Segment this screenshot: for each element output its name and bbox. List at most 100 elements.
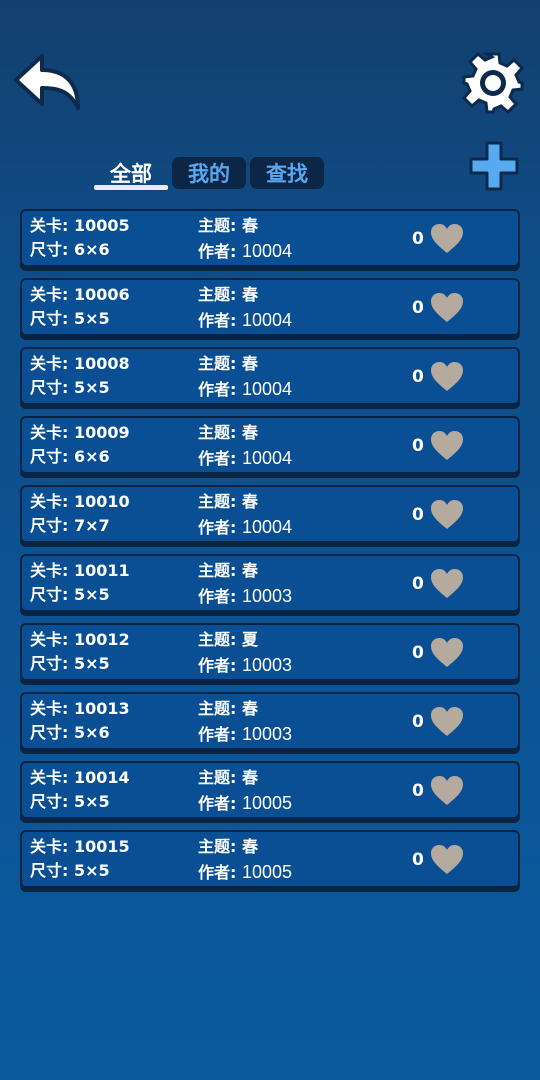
heart-icon <box>431 500 463 529</box>
like-count: 0 <box>412 850 424 870</box>
level-theme-label: 主题: <box>198 837 237 856</box>
like-count: 0 <box>412 643 424 663</box>
level-author-label: 作者: <box>198 587 237 606</box>
level-size-label: 尺寸: <box>30 309 69 328</box>
level-author-field: 作者: 10004 <box>198 310 292 331</box>
level-id-field: 关卡: 10006 <box>30 285 130 305</box>
level-author-field: 作者: 10004 <box>198 517 292 538</box>
level-author-value: 10003 <box>241 724 293 744</box>
level-size-field: 尺寸: 5×5 <box>30 378 110 398</box>
like-button[interactable] <box>430 292 464 323</box>
level-theme-field: 主题: 春 <box>198 354 258 374</box>
level-id-field: 关卡: 10009 <box>30 423 130 443</box>
level-size-field: 尺寸: 5×5 <box>30 792 110 812</box>
level-id-value: 10011 <box>73 561 130 580</box>
level-size-value: 5×6 <box>73 723 110 742</box>
like-button[interactable] <box>430 361 464 392</box>
level-row[interactable]: 关卡: 10006 尺寸: 5×5 主题: 春 作者: 10004 0 <box>20 278 520 336</box>
level-theme-field: 主题: 春 <box>198 492 258 512</box>
heart-icon <box>431 431 463 460</box>
level-author-label: 作者: <box>198 794 237 813</box>
level-author-value: 10004 <box>241 448 293 468</box>
tab-mine-label: 我的 <box>188 162 230 186</box>
level-author-value: 10005 <box>241 862 293 882</box>
level-row[interactable]: 关卡: 10008 尺寸: 5×5 主题: 春 作者: 10004 0 <box>20 347 520 405</box>
level-size-label: 尺寸: <box>30 240 69 259</box>
level-theme-label: 主题: <box>198 216 237 235</box>
level-size-label: 尺寸: <box>30 654 69 673</box>
tab-search[interactable]: 查找 <box>250 157 324 189</box>
settings-button[interactable] <box>461 51 525 115</box>
like-count: 0 <box>412 367 424 387</box>
level-id-value: 10006 <box>73 285 130 304</box>
level-row[interactable]: 关卡: 10009 尺寸: 6×6 主题: 春 作者: 10004 0 <box>20 416 520 474</box>
level-author-field: 作者: 10004 <box>198 241 292 262</box>
level-theme-value: 春 <box>241 768 258 787</box>
level-id-value: 10009 <box>73 423 130 442</box>
level-id-field: 关卡: 10011 <box>30 561 130 581</box>
like-button[interactable] <box>430 430 464 461</box>
level-theme-field: 主题: 春 <box>198 216 258 236</box>
level-size-field: 尺寸: 5×5 <box>30 654 110 674</box>
tab-all[interactable]: 全部 <box>94 157 168 190</box>
level-row[interactable]: 关卡: 10011 尺寸: 5×5 主题: 春 作者: 10003 0 <box>20 554 520 612</box>
like-button[interactable] <box>430 223 464 254</box>
heart-icon <box>431 776 463 805</box>
tab-search-label: 查找 <box>266 162 308 186</box>
level-size-label: 尺寸: <box>30 378 69 397</box>
level-size-value: 5×5 <box>73 654 110 673</box>
level-theme-field: 主题: 春 <box>198 561 258 581</box>
level-author-value: 10004 <box>241 517 293 537</box>
level-size-field: 尺寸: 5×6 <box>30 723 110 743</box>
level-id-value: 10010 <box>73 492 130 511</box>
level-author-field: 作者: 10004 <box>198 379 292 400</box>
level-id-label: 关卡: <box>30 216 69 235</box>
level-author-value: 10004 <box>241 379 293 399</box>
like-button[interactable] <box>430 706 464 737</box>
level-row[interactable]: 关卡: 10010 尺寸: 7×7 主题: 春 作者: 10004 0 <box>20 485 520 543</box>
level-row[interactable]: 关卡: 10012 尺寸: 5×5 主题: 夏 作者: 10003 0 <box>20 623 520 681</box>
back-button[interactable] <box>12 52 84 112</box>
level-id-field: 关卡: 10013 <box>30 699 130 719</box>
level-size-label: 尺寸: <box>30 861 69 880</box>
level-theme-value: 夏 <box>241 630 258 649</box>
level-size-value: 5×5 <box>73 309 110 328</box>
tab-mine[interactable]: 我的 <box>172 157 246 189</box>
level-list: 关卡: 10005 尺寸: 6×6 主题: 春 作者: 10004 0 关卡: … <box>20 209 520 899</box>
level-row[interactable]: 关卡: 10015 尺寸: 5×5 主题: 春 作者: 10005 0 <box>20 830 520 888</box>
level-author-label: 作者: <box>198 380 237 399</box>
level-size-label: 尺寸: <box>30 723 69 742</box>
level-theme-field: 主题: 春 <box>198 423 258 443</box>
heart-icon <box>431 293 463 322</box>
like-count: 0 <box>412 505 424 525</box>
back-arrow-icon <box>14 54 80 110</box>
level-row[interactable]: 关卡: 10005 尺寸: 6×6 主题: 春 作者: 10004 0 <box>20 209 520 267</box>
level-size-field: 尺寸: 5×5 <box>30 309 110 329</box>
level-row[interactable]: 关卡: 10014 尺寸: 5×5 主题: 春 作者: 10005 0 <box>20 761 520 819</box>
level-author-value: 10004 <box>241 241 293 261</box>
level-theme-label: 主题: <box>198 630 237 649</box>
plus-icon <box>469 141 519 191</box>
like-button[interactable] <box>430 499 464 530</box>
like-button[interactable] <box>430 775 464 806</box>
add-level-button[interactable] <box>468 140 520 192</box>
level-id-value: 10014 <box>73 768 130 787</box>
level-author-field: 作者: 10005 <box>198 862 292 883</box>
heart-icon <box>431 569 463 598</box>
level-id-label: 关卡: <box>30 492 69 511</box>
heart-icon <box>431 845 463 874</box>
level-author-label: 作者: <box>198 449 237 468</box>
level-size-value: 6×6 <box>73 447 110 466</box>
level-size-value: 5×5 <box>73 585 110 604</box>
like-button[interactable] <box>430 637 464 668</box>
like-button[interactable] <box>430 568 464 599</box>
level-theme-value: 春 <box>241 285 258 304</box>
heart-icon <box>431 224 463 253</box>
heart-icon <box>431 707 463 736</box>
like-button[interactable] <box>430 844 464 875</box>
level-theme-label: 主题: <box>198 285 237 304</box>
level-row[interactable]: 关卡: 10013 尺寸: 5×6 主题: 春 作者: 10003 0 <box>20 692 520 750</box>
like-count: 0 <box>412 298 424 318</box>
level-author-value: 10003 <box>241 586 293 606</box>
level-id-field: 关卡: 10012 <box>30 630 130 650</box>
